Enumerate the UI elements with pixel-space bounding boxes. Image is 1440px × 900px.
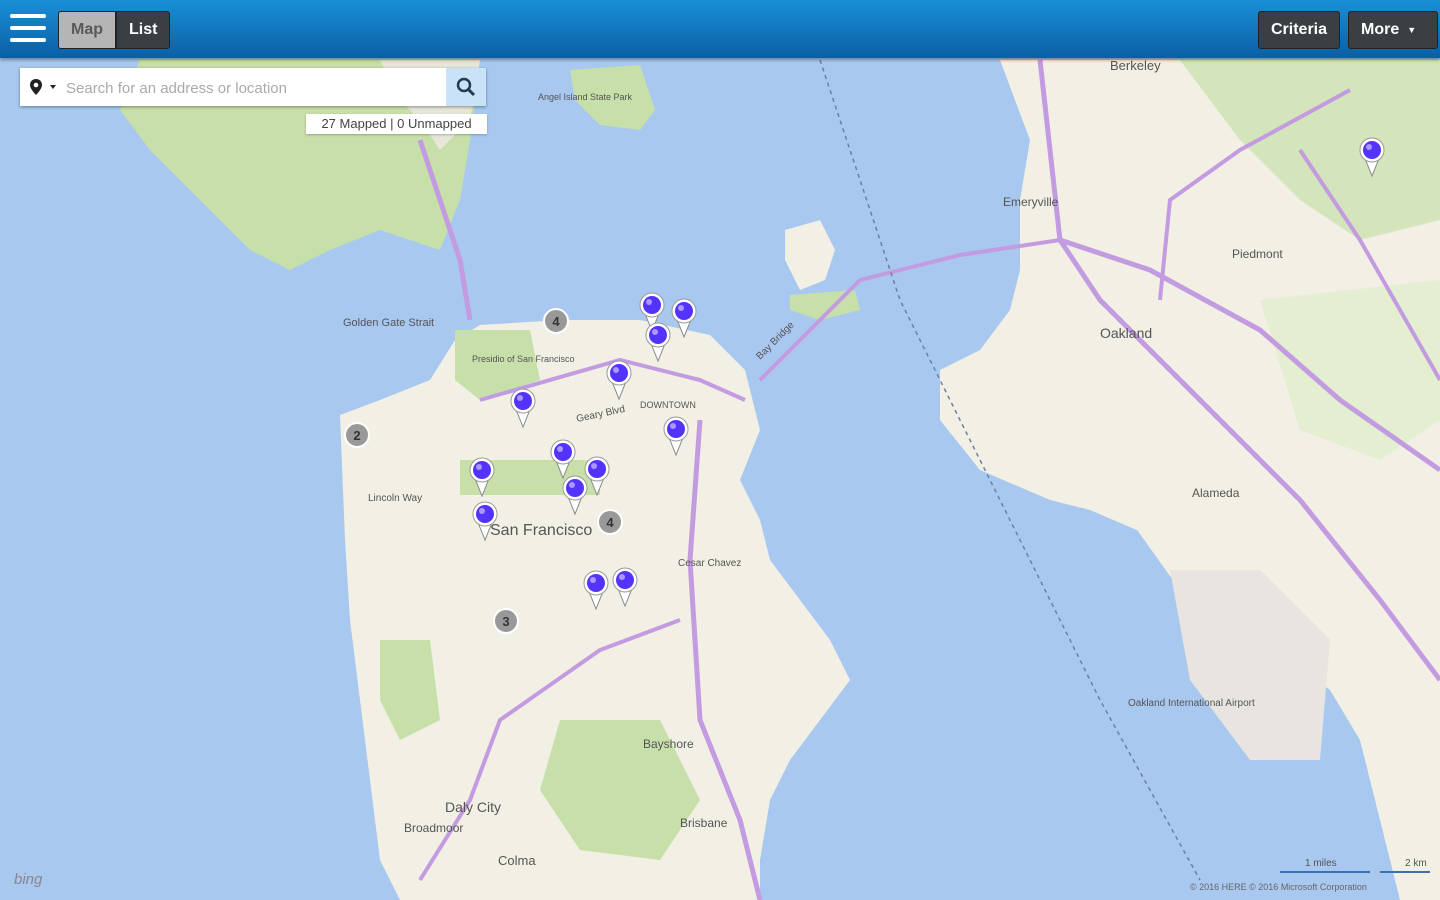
cluster-marker[interactable]: 2	[344, 422, 370, 448]
location-pin-icon	[30, 79, 56, 95]
svg-text:3: 3	[502, 614, 509, 629]
label-airport: Oakland International Airport	[1128, 698, 1255, 709]
label-golden-gate-strait: Golden Gate Strait	[343, 317, 434, 329]
label-colma: Colma	[498, 853, 536, 868]
top-toolbar: Map List Criteria More ▼	[0, 0, 1440, 58]
svg-text:1 miles: 1 miles	[1305, 858, 1337, 869]
label-daly-city: Daly City	[445, 799, 501, 815]
label-angel-island: Angel Island State Park	[538, 92, 633, 102]
caret-down-icon: ▼	[1407, 25, 1417, 35]
view-toggle: Map List	[58, 11, 171, 49]
label-broadmoor: Broadmoor	[404, 821, 463, 835]
label-san-francisco: San Francisco	[490, 522, 592, 539]
cluster-marker[interactable]: 4	[543, 308, 569, 334]
location-search	[20, 68, 486, 106]
search-button[interactable]	[446, 68, 486, 106]
label-berkeley: Berkeley	[1110, 58, 1161, 73]
label-downtown: DOWNTOWN	[640, 400, 696, 410]
location-type-dropdown[interactable]	[26, 77, 60, 97]
more-label: More	[1361, 21, 1400, 38]
map-canvas[interactable]: Berkeley Emeryville Piedmont Oakland Ala…	[0, 0, 1440, 900]
menu-icon[interactable]	[10, 14, 46, 42]
svg-text:4: 4	[606, 515, 614, 530]
search-input[interactable]	[64, 74, 448, 102]
svg-text:2: 2	[353, 428, 360, 443]
label-piedmont: Piedmont	[1232, 247, 1283, 261]
label-alameda: Alameda	[1192, 486, 1240, 500]
svg-text:4: 4	[552, 314, 560, 329]
bing-logo: bing	[14, 871, 43, 888]
label-emeryville: Emeryville	[1003, 195, 1059, 209]
cluster-marker[interactable]: 3	[493, 608, 519, 634]
more-button[interactable]: More ▼	[1348, 11, 1438, 49]
criteria-label: Criteria	[1271, 21, 1328, 38]
map-copyright: © 2016 HERE © 2016 Microsoft Corporation	[1190, 882, 1367, 892]
tab-list[interactable]: List	[116, 11, 171, 49]
svg-text:2 km: 2 km	[1405, 858, 1427, 869]
search-icon	[456, 77, 476, 97]
label-cesar-chavez: Cesar Chavez	[678, 558, 741, 569]
label-oakland: Oakland	[1100, 325, 1152, 341]
label-lincoln: Lincoln Way	[368, 493, 422, 504]
label-brisbane: Brisbane	[680, 816, 728, 830]
tab-map[interactable]: Map	[58, 11, 116, 49]
mapped-status: 27 Mapped | 0 Unmapped	[306, 114, 487, 134]
label-bayshore: Bayshore	[643, 737, 694, 751]
label-presidio: Presidio of San Francisco	[472, 354, 575, 364]
criteria-button[interactable]: Criteria	[1258, 11, 1341, 49]
cluster-marker[interactable]: 4	[597, 509, 623, 535]
